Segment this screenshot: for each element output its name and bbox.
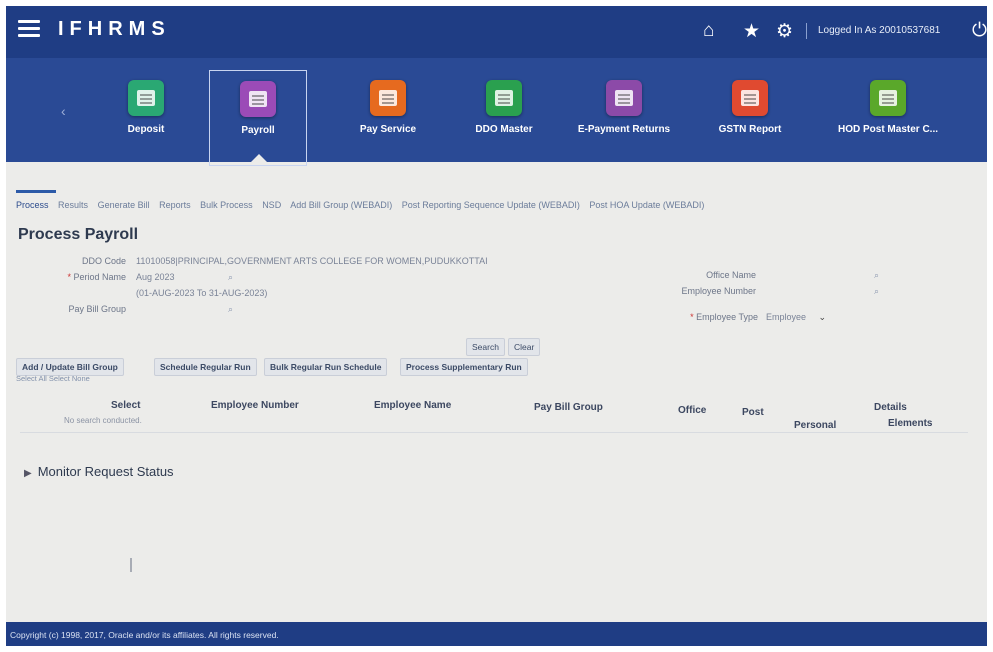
period-name-value: Aug 2023 <box>136 272 175 282</box>
tab-add-bill-group[interactable]: Add Bill Group (WEBADI) <box>290 200 392 210</box>
tile-label: Payroll <box>241 125 275 136</box>
springboard: ‹ Deposit Payroll Pay Service DDO Master… <box>6 58 987 166</box>
pay-service-icon <box>370 80 406 116</box>
col-details: Details <box>874 402 907 413</box>
tab-reports[interactable]: Reports <box>159 200 191 210</box>
monitor-label: Monitor Request Status <box>37 464 174 479</box>
col-employee-name: Employee Name <box>374 400 452 411</box>
payroll-icon <box>240 81 276 117</box>
table-divider <box>20 432 968 433</box>
page-title: Process Payroll <box>18 226 139 243</box>
power-icon[interactable]: ⏻ <box>972 20 987 42</box>
office-name-label: Office Name <box>706 270 756 280</box>
app-window: IFHRMS ⌂ ★ ⚙ Logged In As 20010537681 ⏻ … <box>6 6 987 646</box>
tile-ddo-master[interactable]: DDO Master <box>444 80 564 135</box>
col-pay-bill-group: Pay Bill Group <box>534 402 603 413</box>
process-supplementary-run-button[interactable]: Process Supplementary Run <box>400 358 528 376</box>
footer: Copyright (c) 1998, 2017, Oracle and/or … <box>6 622 987 646</box>
tile-e-payment-returns[interactable]: E-Payment Returns <box>564 80 684 135</box>
period-search-icon[interactable]: ⌕ <box>228 272 233 283</box>
ddo-master-icon <box>486 80 522 116</box>
period-name-input[interactable]: Aug 2023 <box>136 272 175 282</box>
clear-button[interactable]: Clear <box>508 338 541 356</box>
tile-label: Pay Service <box>359 124 417 135</box>
expand-arrow-icon: ▶ <box>24 468 32 479</box>
app-title: IFHRMS <box>58 18 171 40</box>
period-range: (01-AUG-2023 To 31-AUG-2023) <box>136 288 268 298</box>
tab-post-reporting-sequence[interactable]: Post Reporting Sequence Update (WEBADI) <box>402 200 580 210</box>
copyright-text: Copyright (c) 1998, 2017, Oracle and/or … <box>10 630 279 640</box>
hamburger-icon[interactable] <box>18 20 40 38</box>
chevron-left-icon[interactable]: ‹ <box>61 103 66 119</box>
col-personal: Personal <box>794 420 837 431</box>
col-post: Post <box>742 407 764 418</box>
employee-number-input[interactable] <box>766 286 866 296</box>
period-name-label-text: Period Name <box>73 272 126 282</box>
period-name-label: * Period Name <box>67 272 126 282</box>
col-office: Office <box>678 405 707 416</box>
col-select: Select <box>111 400 141 411</box>
tile-label: HOD Post Master C... <box>837 124 939 135</box>
star-icon[interactable]: ★ <box>743 20 760 43</box>
text-cursor-mark <box>130 558 132 572</box>
col-elements: Elements <box>888 418 933 429</box>
header-bar: IFHRMS ⌂ ★ ⚙ Logged In As 20010537681 ⏻ <box>6 6 987 58</box>
tile-label: GSTN Report <box>718 124 782 135</box>
tile-hod-post-master[interactable]: HOD Post Master C... <box>828 80 948 135</box>
pay-bill-group-search-icon[interactable]: ⌕ <box>228 304 233 315</box>
tab-bar: Process Results Generate Bill Reports Bu… <box>16 200 711 210</box>
office-name-input[interactable] <box>766 270 866 280</box>
ddo-code-label: DDO Code <box>81 256 126 266</box>
tab-post-hoa-update[interactable]: Post HOA Update (WEBADI) <box>589 200 704 210</box>
col-employee-number: Employee Number <box>211 400 299 411</box>
schedule-regular-run-button[interactable]: Schedule Regular Run <box>154 358 257 376</box>
office-search-icon[interactable]: ⌕ <box>874 270 879 281</box>
chevron-down-icon: ⌄ <box>818 312 827 322</box>
employee-type-value: Employee <box>766 312 807 322</box>
tab-bulk-process[interactable]: Bulk Process <box>200 200 253 210</box>
monitor-request-status[interactable]: ▶ Monitor Request Status <box>24 464 174 479</box>
tab-results[interactable]: Results <box>58 200 88 210</box>
tab-generate-bill[interactable]: Generate Bill <box>98 200 150 210</box>
employee-number-label: Employee Number <box>681 286 756 296</box>
pay-bill-group-input[interactable] <box>136 304 226 314</box>
select-all-none-links[interactable]: Select All Select None <box>16 374 90 383</box>
tile-gstn-report[interactable]: GSTN Report <box>690 80 810 135</box>
employee-number-search-icon[interactable]: ⌕ <box>874 286 879 297</box>
deposit-icon <box>128 80 164 116</box>
logged-in-label: Logged In As 20010537681 <box>818 25 941 36</box>
home-icon[interactable]: ⌂ <box>703 20 714 42</box>
gstn-report-icon <box>732 80 768 116</box>
tile-deposit[interactable]: Deposit <box>86 80 206 135</box>
e-payment-icon <box>606 80 642 116</box>
search-button[interactable]: Search <box>466 338 505 356</box>
tab-nsd[interactable]: NSD <box>262 200 281 210</box>
ddo-code-value: 11010058|PRINCIPAL,GOVERNMENT ARTS COLLE… <box>136 256 488 266</box>
header-separator <box>806 23 807 39</box>
tile-label: E-Payment Returns <box>577 124 671 135</box>
main-content: Process Results Generate Bill Reports Bu… <box>6 162 987 622</box>
tab-process[interactable]: Process <box>16 200 49 210</box>
employee-type-label: * Employee Type <box>690 312 758 322</box>
tile-pay-service[interactable]: Pay Service <box>328 80 448 135</box>
employee-type-select[interactable]: Employee ⌄ <box>766 312 826 323</box>
tile-label: DDO Master <box>475 124 533 135</box>
tile-payroll[interactable]: Payroll <box>209 70 307 166</box>
employee-type-label-text: Employee Type <box>696 312 758 322</box>
gear-icon[interactable]: ⚙ <box>776 20 793 43</box>
bulk-regular-run-schedule-button[interactable]: Bulk Regular Run Schedule <box>264 358 388 376</box>
tile-label: Deposit <box>127 124 165 135</box>
pay-bill-group-label: Pay Bill Group <box>68 304 126 314</box>
no-search-text: No search conducted. <box>64 416 142 425</box>
hod-post-master-icon <box>870 80 906 116</box>
